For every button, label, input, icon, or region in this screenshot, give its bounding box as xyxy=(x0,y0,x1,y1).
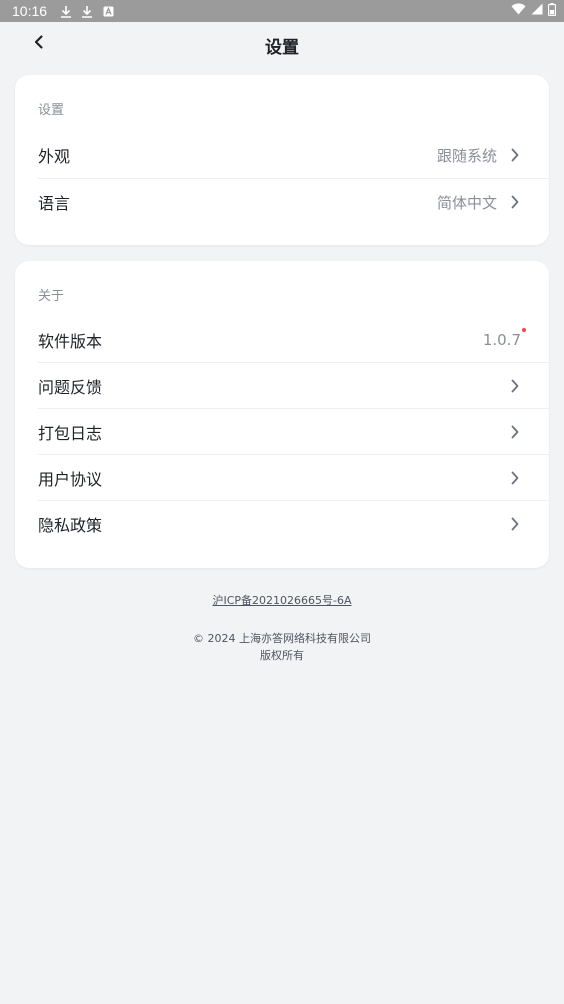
nav-bar: 设置 xyxy=(0,22,564,68)
chevron-right-icon xyxy=(507,378,523,394)
row-label: 打包日志 xyxy=(38,424,103,443)
copyright-block: © 2024 上海亦答网络科技有限公司 版权所有 xyxy=(0,630,564,664)
chevron-right-icon xyxy=(507,147,523,163)
update-badge-dot xyxy=(522,328,526,332)
battery-icon xyxy=(547,2,557,20)
chevron-right-icon xyxy=(507,424,523,440)
page-title: 设置 xyxy=(265,37,299,58)
about-card: 关于 软件版本 1.0.7 问题反馈 打包日志 用户协议 隐私政策 xyxy=(15,261,549,568)
version-row[interactable]: 软件版本 1.0.7 xyxy=(38,317,549,363)
chevron-right-icon xyxy=(507,470,523,486)
row-label: 语言 xyxy=(38,194,71,213)
version-value: 1.0.7 xyxy=(482,328,526,349)
version-text: 1.0.7 xyxy=(482,331,521,349)
row-label: 隐私政策 xyxy=(38,516,103,535)
section-header: 设置 xyxy=(38,103,65,118)
language-row[interactable]: 语言 简体中文 xyxy=(38,178,549,225)
status-time: 10:16 xyxy=(12,3,48,19)
signal-icon xyxy=(531,3,543,19)
copyright-text: © 2024 上海亦答网络科技有限公司 xyxy=(193,632,371,645)
wifi-icon xyxy=(511,3,526,19)
user-agreement-row[interactable]: 用户协议 xyxy=(38,454,549,501)
row-label: 外观 xyxy=(38,147,71,166)
chevron-right-icon xyxy=(507,516,523,532)
row-label: 软件版本 xyxy=(38,332,103,351)
row-value: 跟随系统 xyxy=(436,146,497,165)
app-notification-icon xyxy=(101,4,115,18)
download-icon xyxy=(59,4,73,18)
status-bar: 10:16 xyxy=(0,0,564,22)
appearance-row[interactable]: 外观 跟随系统 xyxy=(38,132,549,178)
row-value: 简体中文 xyxy=(436,193,497,212)
chevron-left-icon xyxy=(32,34,46,54)
row-label: 用户协议 xyxy=(38,470,103,489)
build-log-row[interactable]: 打包日志 xyxy=(38,408,549,455)
icp-link[interactable]: 沪ICP备2021026665号-6A xyxy=(0,592,564,608)
row-label: 问题反馈 xyxy=(38,378,103,397)
privacy-policy-row[interactable]: 隐私政策 xyxy=(38,500,549,547)
back-button[interactable] xyxy=(26,31,52,57)
chevron-right-icon xyxy=(507,194,523,210)
feedback-row[interactable]: 问题反馈 xyxy=(38,362,549,409)
download-icon xyxy=(80,4,94,18)
section-header: 关于 xyxy=(38,289,65,304)
settings-card: 设置 外观 跟随系统 语言 简体中文 xyxy=(15,75,549,245)
rights-text: 版权所有 xyxy=(260,649,304,662)
